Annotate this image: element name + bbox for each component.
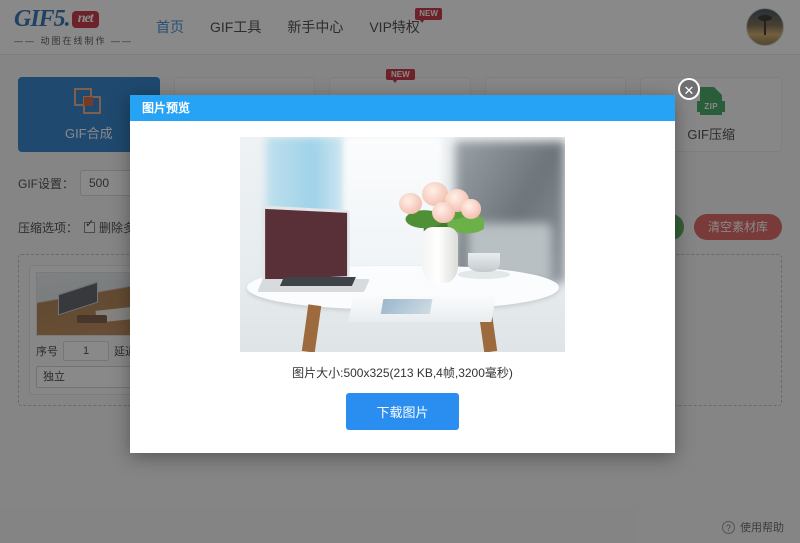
modal-title: 图片预览 <box>130 95 675 121</box>
close-icon[interactable]: ✕ <box>678 78 700 100</box>
image-info-text: 图片大小:500x325(213 KB,4帧,3200毫秒) <box>292 366 513 380</box>
image-preview-modal: ✕ 图片预览 图片大小:500x325(213 KB,4帧,3200毫秒) 下载… <box>130 78 700 453</box>
download-image-button[interactable]: 下载图片 <box>346 393 459 430</box>
preview-image <box>240 137 565 352</box>
modal-body: 图片大小:500x325(213 KB,4帧,3200毫秒) 下载图片 <box>130 121 675 430</box>
